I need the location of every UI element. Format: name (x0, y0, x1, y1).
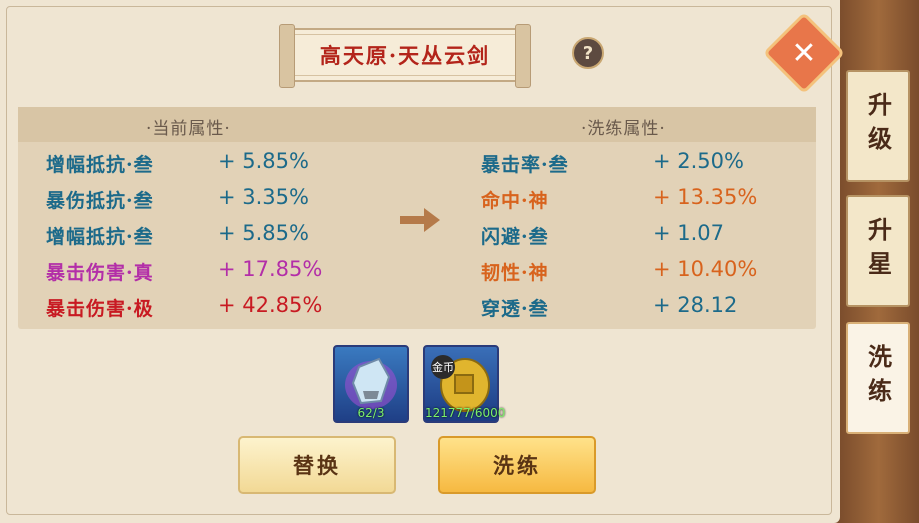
wash-attr-value-2: + 13.35% (653, 185, 758, 209)
gold-coin-count: 121777/6000 (425, 406, 506, 420)
material-item-crystal[interactable]: 62/3 (333, 345, 409, 423)
current-attr-name-3: 增幅抵抗·叁 (46, 226, 154, 248)
current-attr-name-5: 暴击伤害·极 (46, 298, 154, 320)
wash-attr-name-2: 命中·神 (481, 190, 549, 212)
wash-attr-value-3: + 1.07 (653, 221, 725, 245)
wash-attr-name-4: 韧性·神 (481, 262, 549, 284)
page-title: 高天原·天丛云剑 (319, 43, 491, 68)
current-attr-value-4: + 17.85% (218, 257, 323, 281)
wash-attr-name-1: 暴击率·叁 (481, 154, 569, 176)
crystal-count: 62/3 (357, 406, 385, 420)
gold-coin-label: 金币 (431, 355, 455, 379)
current-attr-value-3: + 5.85% (218, 221, 309, 245)
title-scroll: 高天原·天丛云剑 (279, 24, 531, 88)
current-attributes-header: ·当前属性· (146, 119, 231, 139)
current-attr-name-4: 暴击伤害·真 (46, 262, 154, 284)
help-icon[interactable]: ? (572, 37, 604, 69)
wash-attr-name-3: 闪避·叁 (481, 226, 549, 248)
tab-upgrade-label: 升级 (863, 92, 893, 160)
wash-attr-name-5: 穿透·叁 (481, 298, 549, 320)
current-attr-value-2: + 3.35% (218, 185, 309, 209)
tab-wash-label: 洗练 (863, 344, 893, 412)
tab-star-up-label: 升星 (863, 217, 893, 285)
current-attr-value-5: + 42.85% (218, 293, 323, 317)
current-attr-value-1: + 5.85% (218, 149, 309, 173)
main-panel: 高天原·天丛云剑 ? ·当前属性· ·洗练属性· 增幅抵抗·叁 + 5.85% … (0, 0, 840, 523)
tab-upgrade[interactable]: 升级 (846, 70, 910, 182)
wash-attr-value-5: + 28.12 (653, 293, 738, 317)
material-item-gold-coin[interactable]: 金币 121777/6000 (423, 345, 506, 423)
wash-attr-value-4: + 10.40% (653, 257, 758, 281)
current-attr-name-1: 增幅抵抗·叁 (46, 154, 154, 176)
wash-attributes-header: ·洗练属性· (581, 119, 666, 139)
replace-button[interactable]: 替换 (238, 436, 396, 494)
tab-wash[interactable]: 洗练 (846, 322, 910, 434)
close-icon[interactable]: ✕ (775, 24, 833, 82)
arrow-right-icon (400, 208, 440, 232)
current-attr-name-2: 暴伤抵抗·叁 (46, 190, 154, 212)
tab-star-up[interactable]: 升星 (846, 195, 910, 307)
attribute-header-bar: ·当前属性· ·洗练属性· (18, 107, 816, 142)
wash-attr-value-1: + 2.50% (653, 149, 744, 173)
wash-button[interactable]: 洗练 (438, 436, 596, 494)
